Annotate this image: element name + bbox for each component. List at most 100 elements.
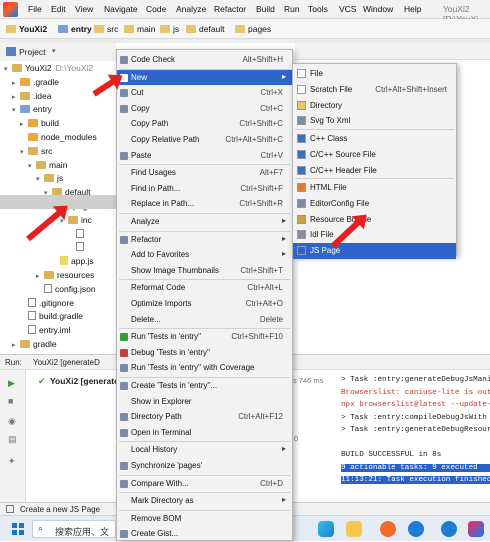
context-menu-item[interactable]: Add to Favorites ▸ [117, 247, 292, 263]
context-menu-item[interactable]: Synchronize 'pages' [117, 458, 292, 474]
explorer-icon[interactable] [346, 521, 362, 537]
new-submenu-item[interactable]: Svg To Xml [293, 113, 456, 129]
context-menu-item[interactable]: Find Usages Alt+F7 [117, 165, 292, 181]
pin-icon[interactable]: ✦ [8, 456, 18, 466]
context-menu-item[interactable]: Copy Path Ctrl+Shift+C [117, 116, 292, 132]
tree-item[interactable]: node_modules [20, 132, 97, 146]
tree-item[interactable]: config.json [36, 283, 96, 298]
context-menu-item[interactable]: Find in Path... Ctrl+Shift+F [117, 181, 292, 197]
context-menu-item[interactable]: Optimize Imports Ctrl+Alt+O [117, 296, 292, 312]
context-menu-item[interactable]: Paste Ctrl+V [117, 148, 292, 164]
tree-item[interactable]: ▸ build [20, 118, 59, 132]
chevron-down-icon[interactable]: ▾ [28, 162, 36, 170]
run-config-tab[interactable]: YouXi2 [generateD [33, 358, 100, 367]
app-icon-k[interactable] [441, 521, 457, 537]
tree-item[interactable]: build.gradle [20, 311, 83, 325]
menu-run[interactable]: Run [284, 4, 300, 14]
chevron-right-icon[interactable]: ▸ [20, 120, 28, 128]
context-menu-item[interactable]: Create 'Tests in 'entry''... [117, 378, 292, 394]
windows-start-icon[interactable] [12, 523, 24, 535]
run-tree-item[interactable]: YouXi2 [generate [50, 376, 119, 386]
chevron-right-icon[interactable]: ▸ [12, 79, 20, 87]
context-menu-item[interactable]: New ▸ [117, 69, 292, 86]
breadcrumb-default[interactable]: default [186, 24, 225, 34]
context-menu-item[interactable]: Compare With... Ctrl+D [117, 476, 292, 492]
new-submenu-item[interactable]: EditorConfig File [293, 196, 456, 212]
breadcrumb-src[interactable]: src [94, 24, 118, 34]
new-submenu-item[interactable]: Idl File [293, 227, 456, 243]
tree-item[interactable]: ▾ main [28, 160, 67, 174]
context-menu-item[interactable]: Remove BOM [117, 511, 292, 527]
tree-item[interactable]: ▸ .idea [12, 91, 51, 105]
tree-item[interactable]: ▸ .gradle [12, 77, 59, 91]
breadcrumb-main[interactable]: main [124, 24, 155, 34]
context-menu-item[interactable]: Show in Explorer [117, 394, 292, 410]
context-menu-item[interactable]: Run 'Tests in 'entry'' with Coverage [117, 360, 292, 376]
context-menu-item[interactable]: Debug 'Tests in 'entry'' [117, 345, 292, 361]
new-submenu-item[interactable]: C/C++ Header File [293, 163, 456, 179]
menu-analyze[interactable]: Analyze [176, 4, 206, 14]
menu-edit[interactable]: Edit [51, 4, 66, 14]
layout-icon[interactable]: ▤ [8, 434, 18, 444]
menu-build[interactable]: Build [256, 4, 275, 14]
project-view-dropdown[interactable]: Project [19, 47, 45, 57]
run-tab-label[interactable]: Run: [5, 358, 22, 367]
breadcrumb-project[interactable]: YouXi2 [6, 24, 47, 34]
tree-item[interactable]: ▾ YouXi2 D:\YouXi2 [4, 63, 93, 77]
new-submenu-item[interactable]: JS Page [293, 243, 456, 259]
new-submenu-item[interactable]: C++ Class [293, 131, 456, 147]
menu-refactor[interactable]: Refactor [214, 4, 246, 14]
new-submenu-item[interactable]: Scratch File Ctrl+Alt+Shift+Insert [293, 82, 456, 98]
chevron-right-icon[interactable]: ▸ [12, 341, 20, 349]
new-submenu-item[interactable]: Resource Bundle [293, 212, 456, 228]
tree-item[interactable]: ▸ resources [36, 270, 94, 284]
chevron-down-icon[interactable]: ▾ [52, 47, 56, 55]
context-menu-item[interactable]: Directory Path Ctrl+Alt+F12 [117, 409, 292, 425]
menu-file[interactable]: File [28, 4, 42, 14]
tree-item[interactable]: .gitignore [20, 297, 74, 312]
context-menu-item[interactable]: Analyze ▸ [117, 214, 292, 230]
chevron-down-icon[interactable]: ▾ [12, 106, 20, 114]
menu-code[interactable]: Code [146, 4, 166, 14]
breadcrumb-entry[interactable]: entry [58, 24, 92, 34]
context-menu-item[interactable]: Show Image Thumbnails Ctrl+Shift+T [117, 263, 292, 279]
menu-tools[interactable]: Tools [308, 4, 328, 14]
app-icon-orange[interactable] [380, 521, 396, 537]
menu-vcs[interactable]: VCS [339, 4, 356, 14]
panel-toggle-icon[interactable] [6, 505, 14, 513]
chevron-down-icon[interactable]: ▾ [4, 65, 12, 73]
tree-item[interactable] [68, 242, 87, 256]
taskbar-search[interactable]: ⌕ 搜索应用、文 [32, 520, 116, 538]
new-submenu-item[interactable]: C/C++ Source File [293, 147, 456, 163]
context-menu-item[interactable]: Open in Terminal [117, 425, 292, 441]
tree-item[interactable]: ▸ gradle [12, 339, 57, 353]
context-menu-item[interactable]: Copy Ctrl+C [117, 101, 292, 117]
breadcrumb-js[interactable]: js [160, 24, 179, 34]
context-menu-item[interactable]: Local History ▸ [117, 442, 292, 458]
context-menu-item[interactable]: Create Gist... [117, 526, 292, 542]
edge-icon[interactable] [318, 521, 334, 537]
menu-view[interactable]: View [75, 4, 93, 14]
context-menu-item[interactable]: Refactor ▸ [117, 232, 292, 248]
new-submenu-item[interactable]: Directory [293, 98, 456, 114]
new-submenu-item[interactable]: HTML File [293, 180, 456, 196]
breadcrumb-pages[interactable]: pages [235, 24, 271, 34]
context-menu-item[interactable]: Code Check Alt+Shift+H [117, 52, 292, 68]
tree-item[interactable]: entry.iml [20, 325, 71, 339]
stop-icon[interactable]: ■ [8, 396, 18, 406]
rerun-icon[interactable]: ▶ [8, 378, 18, 388]
menu-help[interactable]: Help [404, 4, 421, 14]
chevron-right-icon[interactable]: ▸ [12, 93, 20, 101]
new-submenu-item[interactable]: File [293, 66, 456, 82]
menu-window[interactable]: Window [363, 4, 393, 14]
context-menu-item[interactable]: Copy Relative Path Ctrl+Alt+Shift+C [117, 132, 292, 148]
app-icon-blue[interactable] [408, 521, 424, 537]
context-menu-item[interactable]: Reformat Code Ctrl+Alt+L [117, 280, 292, 296]
tree-item[interactable]: app.js [52, 256, 94, 270]
chevron-down-icon[interactable]: ▾ [36, 175, 44, 183]
context-menu-item[interactable]: Mark Directory as ▸ [117, 493, 292, 509]
chevron-right-icon[interactable]: ▸ [36, 272, 44, 280]
tree-item[interactable]: ▾ src [20, 146, 52, 160]
context-menu-item[interactable]: Delete... Delete [117, 312, 292, 328]
tree-item[interactable]: ▾ js [36, 173, 63, 187]
